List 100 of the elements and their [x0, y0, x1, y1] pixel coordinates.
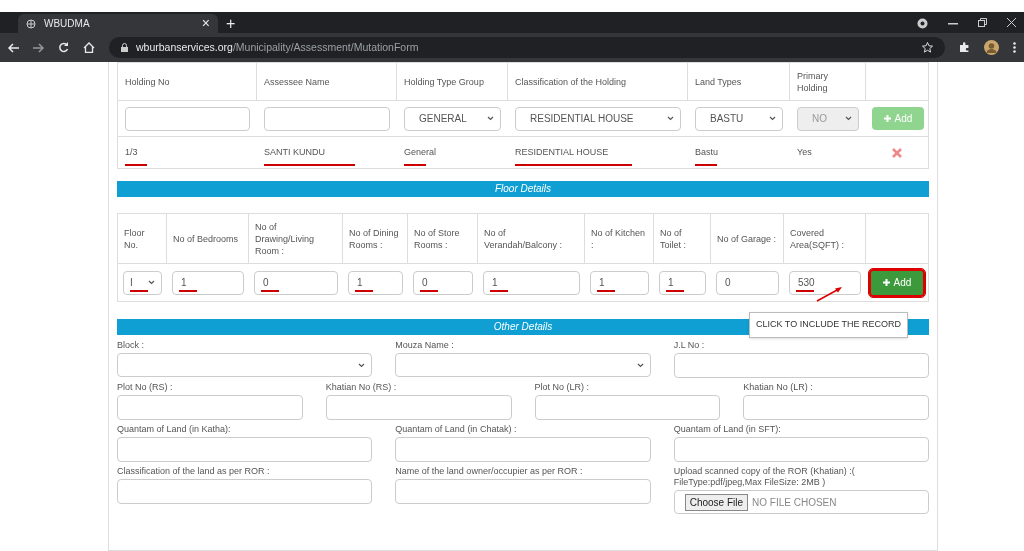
column-header: Land Types [695, 75, 742, 88]
column-header: Holding No [125, 75, 170, 88]
column-header: Holding Type Group [404, 75, 484, 88]
caret-icon [667, 116, 674, 121]
input-field[interactable] [743, 395, 929, 420]
file-input[interactable]: Choose File NO FILE CHOSEN [673, 490, 929, 514]
column-header: Classification of the Holding [515, 75, 627, 88]
input-field[interactable]: 0 [413, 270, 473, 295]
input-field[interactable]: 1 [348, 270, 403, 295]
column-header: No of Garage : [717, 232, 777, 245]
menu-icon[interactable] [1013, 42, 1016, 53]
field-label: Quantam of Land (in Katha): [117, 424, 232, 436]
table-cell-text: Bastu [695, 145, 718, 159]
input-field[interactable] [117, 437, 373, 462]
caret-icon [769, 116, 776, 121]
dropdown[interactable] [395, 353, 651, 377]
input-field[interactable] [673, 353, 929, 378]
field-label: Quantam of Land (in Chatak) : [395, 424, 518, 436]
field-label: J.L No : [673, 340, 706, 352]
pointer-arrow [815, 286, 843, 302]
table-cell-text: 1/3 [125, 145, 138, 159]
table-cell-text: SANTI KUNDU [264, 145, 325, 159]
field-label: Classification of the land as per ROR : [117, 466, 271, 478]
caret-icon [358, 362, 366, 368]
column-header: No of Verandah/Balcony : [484, 226, 564, 251]
input-field[interactable] [125, 106, 250, 131]
section-header: Floor Details [117, 181, 929, 197]
field-label: Khatian No (LR) : [743, 382, 814, 394]
column-header: Covered Area(SQFT) : [790, 226, 845, 251]
column-header: No of Drawing/Living Room : [255, 220, 316, 257]
field-label: Name of the land owner/occupier as per ROR : [395, 466, 584, 478]
dropdown: NO [797, 106, 859, 131]
input-field[interactable]: 1 [659, 270, 706, 295]
dropdown[interactable]: I [123, 270, 162, 295]
tab-close-button[interactable]: × [201, 13, 210, 34]
forward-icon[interactable] [33, 42, 44, 53]
plus-icon [882, 279, 890, 286]
table-cell-text: General [404, 145, 437, 159]
delete-icon[interactable] [892, 147, 902, 158]
column-header: No of Kitchen : [591, 226, 647, 251]
column-header: No of Dining Rooms : [349, 226, 400, 251]
dropdown[interactable] [117, 353, 373, 377]
field-label: Quantam of Land (in SFT): [673, 424, 782, 436]
field-label: Block : [117, 340, 145, 352]
input-field[interactable] [325, 395, 512, 420]
input-field[interactable]: 0 [716, 270, 779, 295]
close-icon[interactable] [1007, 18, 1016, 27]
input-field[interactable]: 1 [483, 270, 580, 295]
tab-title: WBUDMA [44, 17, 91, 31]
restore-icon[interactable] [978, 18, 987, 27]
plus-icon [883, 115, 891, 122]
column-header: No of Toilet : [660, 226, 687, 251]
star-icon[interactable] [922, 42, 933, 53]
lock-icon [121, 43, 128, 52]
choose-file-button[interactable]: Choose File [684, 493, 748, 511]
column-header: Floor No. [124, 226, 146, 251]
dropdown[interactable]: BASTU [695, 106, 783, 131]
url-text: wburbanservices.org/Municipality/Assessment/MutationForm [136, 39, 419, 55]
caret-icon [148, 280, 155, 285]
input-field[interactable]: 530 [789, 270, 861, 295]
add-button[interactable]: Add [869, 268, 925, 297]
input-field[interactable] [534, 395, 721, 420]
home-icon[interactable] [83, 42, 95, 53]
input-field[interactable] [673, 437, 929, 462]
input-field[interactable]: 1 [590, 270, 649, 295]
caret-icon [487, 116, 494, 121]
avatar-icon[interactable] [984, 40, 999, 55]
field-label: Khatian No (RS) : [325, 382, 398, 394]
field-label: Plot No (RS) : [117, 382, 174, 394]
new-tab-button[interactable]: + [226, 14, 236, 33]
caret-icon [845, 116, 852, 121]
table-cell-text: Yes [797, 145, 812, 159]
input-field[interactable] [117, 395, 303, 420]
input-field[interactable] [264, 106, 390, 131]
caret-icon [636, 362, 644, 368]
file-status: NO FILE CHOSEN [752, 495, 837, 510]
input-field[interactable] [395, 437, 651, 462]
column-header: No of Store Rooms : [414, 226, 461, 251]
globe-icon [26, 18, 36, 29]
field-label: Mouza Name : [395, 340, 455, 352]
puzzle-icon[interactable] [959, 42, 970, 53]
browser-tab[interactable]: WBUDMA × [18, 14, 218, 33]
record-icon[interactable] [917, 18, 928, 29]
column-header: No of Bedrooms [173, 232, 239, 245]
input-field[interactable] [395, 479, 651, 504]
back-icon[interactable] [8, 42, 19, 53]
field-label: Upload scanned copy of the ROR (Khatian) :( FileType:pdf/jpeg,Max FileSize: 2MB ) [673, 466, 856, 488]
field-label: Plot No (LR) : [534, 382, 590, 394]
dropdown[interactable]: RESIDENTIAL HOUSE [515, 106, 681, 131]
column-header: Primary Holding [797, 69, 829, 94]
column-header: Assessee Name [264, 75, 330, 88]
address-bar[interactable]: wburbanservices.org/Municipality/Assessment/MutationForm [109, 37, 945, 58]
reload-icon[interactable] [58, 42, 69, 53]
minimize-icon[interactable] [948, 23, 958, 25]
table-cell-text: RESIDENTIAL HOUSE [515, 145, 609, 159]
tooltip: CLICK TO INCLUDE THE RECORD [749, 312, 909, 338]
input-field[interactable]: 0 [254, 270, 338, 295]
input-field[interactable]: 1 [172, 270, 244, 295]
dropdown[interactable]: GENERAL [404, 106, 501, 131]
input-field[interactable] [117, 479, 373, 504]
